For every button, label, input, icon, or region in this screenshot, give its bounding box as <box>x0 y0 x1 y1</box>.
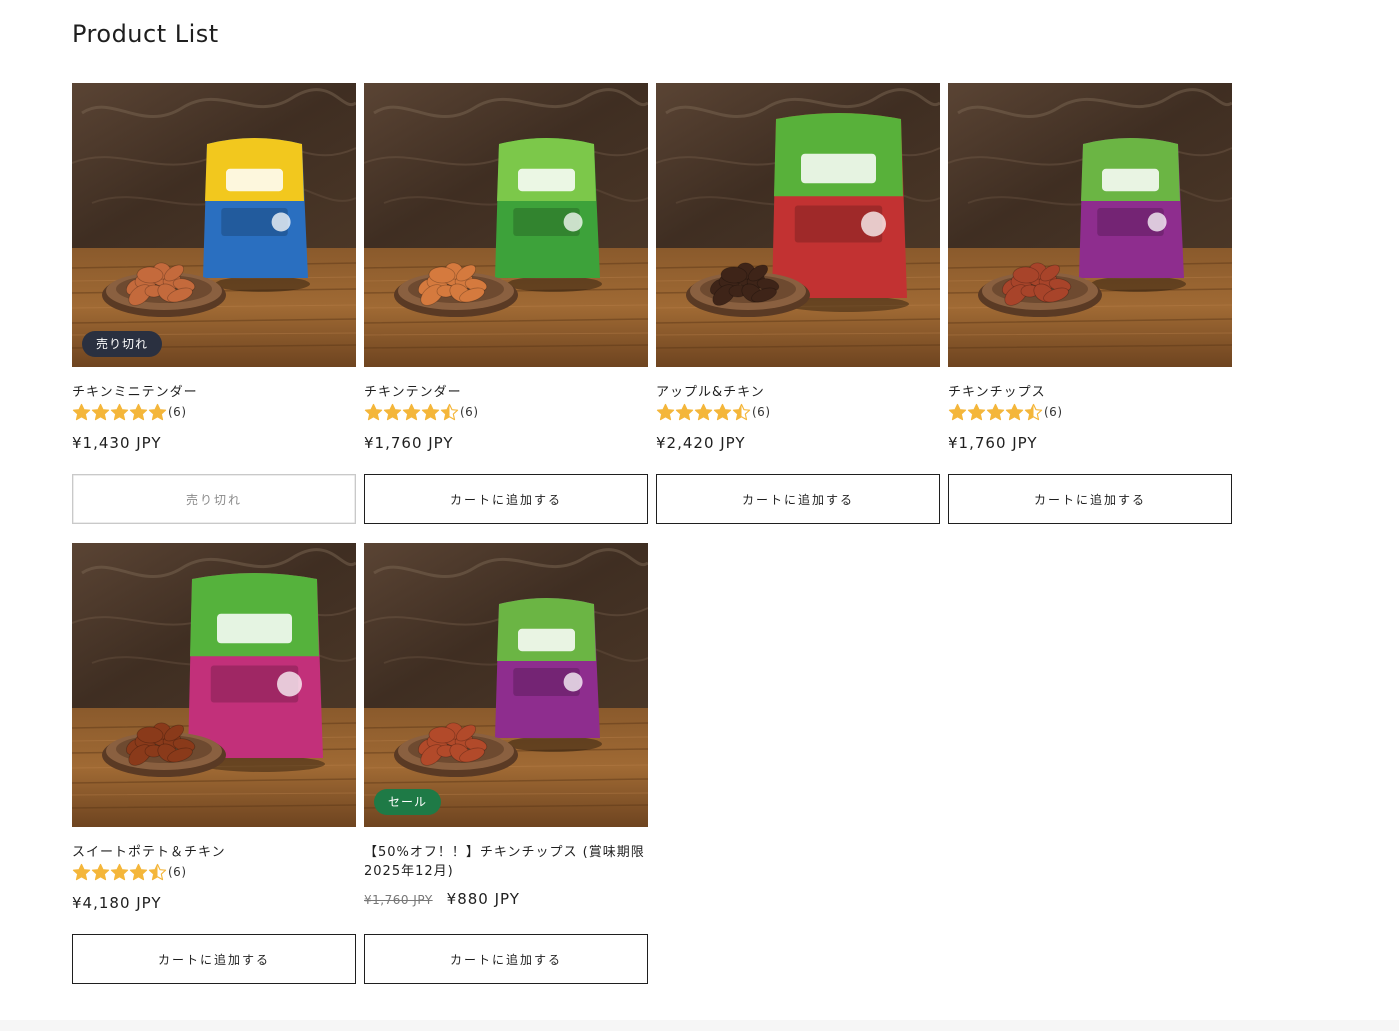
review-count: (6) <box>460 405 479 419</box>
review-count: (6) <box>752 405 771 419</box>
star-half-icon <box>440 403 459 420</box>
product-rating: (6) <box>364 402 479 422</box>
star-rating <box>364 403 459 422</box>
star-full-icon <box>713 403 732 420</box>
product-list-page: Product List 売り切れ チキンミニテンダー (6) ¥1,430 J… <box>0 0 1399 1031</box>
star-full-icon <box>383 403 402 420</box>
star-full-icon <box>694 403 713 420</box>
product-price: ¥1,760 JPY <box>364 434 454 452</box>
star-half-icon <box>1024 403 1043 420</box>
star-full-icon <box>402 403 421 420</box>
product-rating: (6) <box>656 402 771 422</box>
product-photo <box>364 83 648 367</box>
product-card: アップル&チキン (6) ¥2,420 JPY カートに追加する <box>656 83 940 524</box>
star-full-icon <box>1005 403 1024 420</box>
product-card: チキンチップス (6) ¥1,760 JPY カートに追加する <box>948 83 1232 524</box>
product-title[interactable]: チキンミニテンダー <box>72 383 356 402</box>
add-to-cart-button[interactable]: カートに追加する <box>72 934 356 984</box>
star-full-icon <box>967 403 986 420</box>
star-full-icon <box>364 403 383 420</box>
star-full-icon <box>91 863 110 880</box>
add-to-cart-button[interactable]: カートに追加する <box>364 934 648 984</box>
product-photo <box>72 83 356 367</box>
star-rating <box>656 403 751 422</box>
sold-out-button[interactable]: 売り切れ <box>72 474 356 524</box>
product-card: セール 【50%オフ！！】チキンチップス (賞味期限 2025年12月) ¥1,… <box>364 543 648 984</box>
product-photo <box>72 543 356 827</box>
product-card: 売り切れ チキンミニテンダー (6) ¥1,430 JPY 売り切れ <box>72 83 356 524</box>
product-image[interactable] <box>72 543 356 827</box>
star-rating <box>72 863 167 882</box>
product-title[interactable]: 【50%オフ！！】チキンチップス (賞味期限 2025年12月) <box>364 843 648 881</box>
product-rating: (6) <box>72 402 187 422</box>
product-image[interactable] <box>364 543 648 827</box>
product-price: ¥1,430 JPY <box>72 434 162 452</box>
product-title[interactable]: アップル&チキン <box>656 383 940 402</box>
star-full-icon <box>91 403 110 420</box>
add-to-cart-button[interactable]: カートに追加する <box>656 474 940 524</box>
price-row: ¥1,760 JPY ¥880 JPY <box>364 890 520 908</box>
star-rating <box>72 403 167 422</box>
star-full-icon <box>72 863 91 880</box>
product-price: ¥4,180 JPY <box>72 894 162 912</box>
product-title-line: 2025年12月) <box>364 864 454 879</box>
review-count: (6) <box>168 865 187 879</box>
star-rating <box>948 403 1043 422</box>
product-rating: (6) <box>948 402 1063 422</box>
star-full-icon <box>675 403 694 420</box>
star-half-icon <box>732 403 751 420</box>
product-photo <box>948 83 1232 367</box>
sold-out-badge: 売り切れ <box>82 331 163 357</box>
review-count: (6) <box>168 405 187 419</box>
review-count: (6) <box>1044 405 1063 419</box>
product-title[interactable]: スイートポテト＆チキン <box>72 843 356 862</box>
product-image[interactable] <box>72 83 356 367</box>
star-full-icon <box>986 403 1005 420</box>
star-full-icon <box>656 403 675 420</box>
star-full-icon <box>148 403 167 420</box>
product-image[interactable] <box>656 83 940 367</box>
product-photo <box>364 543 648 827</box>
product-title[interactable]: チキンテンダー <box>364 383 648 402</box>
product-price: ¥2,420 JPY <box>656 434 746 452</box>
star-full-icon <box>421 403 440 420</box>
product-card: チキンテンダー (6) ¥1,760 JPY カートに追加する <box>364 83 648 524</box>
product-image[interactable] <box>364 83 648 367</box>
product-title-line: 【50%オフ！！】チキンチップス (賞味期限 <box>364 845 645 860</box>
star-full-icon <box>948 403 967 420</box>
product-price: ¥1,760 JPY <box>948 434 1038 452</box>
product-image[interactable] <box>948 83 1232 367</box>
compare-at-price: ¥1,760 JPY <box>364 893 433 907</box>
star-full-icon <box>129 403 148 420</box>
star-full-icon <box>110 863 129 880</box>
add-to-cart-button[interactable]: カートに追加する <box>948 474 1232 524</box>
page-footer-edge <box>0 1020 1399 1031</box>
sale-price: ¥880 JPY <box>446 890 520 908</box>
product-card: スイートポテト＆チキン (6) ¥4,180 JPY カートに追加する <box>72 543 356 984</box>
page-title: Product List <box>72 20 219 48</box>
product-title[interactable]: チキンチップス <box>948 383 1232 402</box>
sale-badge: セール <box>374 789 442 815</box>
product-photo <box>656 83 940 367</box>
add-to-cart-button[interactable]: カートに追加する <box>364 474 648 524</box>
product-rating: (6) <box>72 862 187 882</box>
star-full-icon <box>110 403 129 420</box>
star-full-icon <box>129 863 148 880</box>
star-half-icon <box>148 863 167 880</box>
star-full-icon <box>72 403 91 420</box>
